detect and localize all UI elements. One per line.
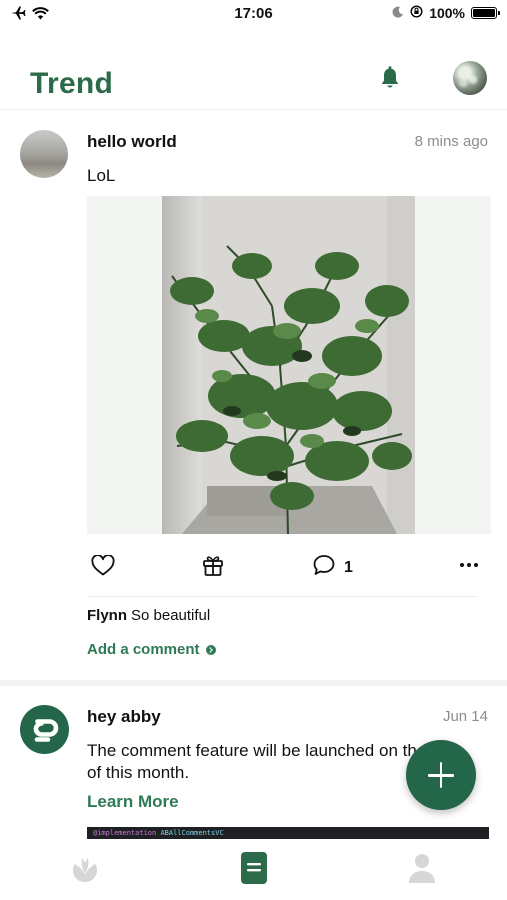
divider (87, 596, 477, 597)
status-right: 100% (392, 5, 500, 21)
document-icon (240, 851, 268, 890)
post-actions: 1 (87, 551, 491, 579)
more-button[interactable] (457, 555, 481, 580)
comment-username: Flynn (87, 607, 127, 624)
comment-preview[interactable]: Flynn So beautiful (87, 607, 210, 624)
tab-profile[interactable] (402, 850, 442, 890)
code-preview-image[interactable]: @implementation ABAllCommentsVC (87, 827, 489, 839)
learn-more-link[interactable]: Learn More (87, 792, 179, 812)
comment-count: 1 (344, 558, 353, 576)
tab-feed[interactable] (234, 850, 274, 890)
orientation-lock-icon (410, 5, 423, 21)
new-post-button[interactable] (406, 740, 476, 810)
add-comment-label: Add a comment (87, 641, 200, 658)
battery-fill (473, 9, 495, 17)
tab-bar (0, 840, 507, 900)
plant-photo (162, 196, 415, 534)
comment-text: So beautiful (131, 607, 211, 624)
author-avatar[interactable] (20, 705, 69, 754)
page-title: Trend (30, 67, 114, 100)
plant-icon (70, 852, 100, 889)
post-time: 8 mins ago (414, 133, 488, 150)
brand-logo-icon (33, 719, 59, 742)
battery-percent: 100% (429, 5, 465, 21)
battery-icon (471, 7, 500, 19)
gift-icon (202, 553, 224, 582)
post-title: hello world (87, 132, 177, 151)
tab-plants[interactable] (65, 850, 105, 890)
gift-button[interactable] (202, 553, 224, 582)
bell-icon[interactable] (377, 65, 403, 91)
comment-icon (312, 553, 336, 582)
status-bar: 17:06 100% (0, 0, 507, 30)
post-body: LoL (87, 166, 116, 185)
comment-button[interactable]: 1 (312, 553, 353, 582)
heart-icon (91, 554, 115, 581)
like-button[interactable] (91, 554, 115, 581)
add-comment-link[interactable]: Add a comment (87, 641, 216, 658)
more-icon (457, 555, 481, 580)
moon-icon (392, 5, 404, 21)
author-avatar[interactable] (20, 130, 68, 178)
post-image[interactable] (87, 196, 491, 534)
chevron-right-icon (205, 644, 216, 655)
post-separator (0, 680, 507, 686)
person-icon (408, 852, 436, 889)
profile-avatar[interactable] (453, 61, 487, 95)
post-title: hey abby (87, 707, 161, 726)
code-keyword: @implementation (93, 829, 157, 837)
code-class: ABAllCommentsVC (160, 829, 224, 837)
post-time: Jun 14 (442, 708, 488, 725)
app-header: Trend (0, 55, 507, 110)
